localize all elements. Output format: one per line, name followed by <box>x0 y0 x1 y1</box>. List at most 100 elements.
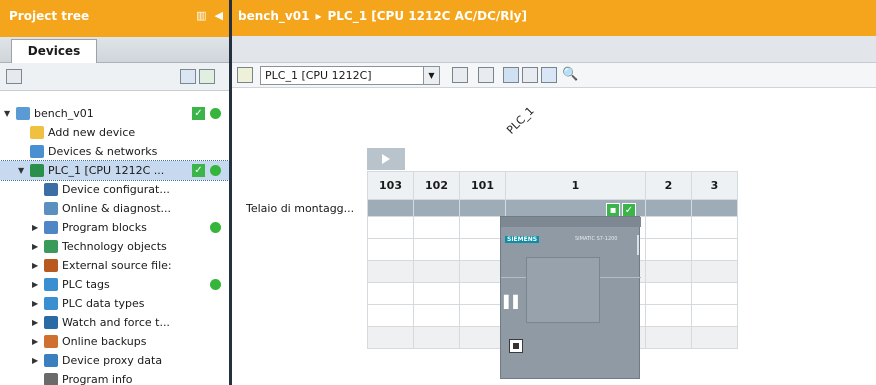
slot-number: 102 <box>413 171 460 200</box>
tree-item-icon <box>30 126 44 139</box>
slot-number: 103 <box>367 171 414 200</box>
expand-down-icon[interactable]: ▼ <box>18 161 24 180</box>
tree-item-icon <box>30 164 44 177</box>
expand-right-icon[interactable]: ▶ <box>32 313 38 332</box>
editor-header: bench_v01 ▸ PLC_1 [CPU 1212C AC/DC/Rly] <box>232 0 876 36</box>
draw-icon[interactable] <box>503 67 519 83</box>
tree-item-label: External source file: <box>62 259 172 272</box>
overview-icon[interactable] <box>180 69 196 84</box>
expand-right-icon[interactable]: ▶ <box>32 294 38 313</box>
cpu-front-panel <box>526 257 600 323</box>
tree-item-label: Program blocks <box>62 221 147 234</box>
tree-item-icon <box>44 183 58 196</box>
breadcrumb-device[interactable]: PLC_1 [CPU 1212C AC/DC/Rly] <box>327 9 526 23</box>
tree-item[interactable]: Devices & networks <box>0 142 229 161</box>
device-selector[interactable]: PLC_1 [CPU 1212C] ▼ <box>260 66 440 85</box>
expand-right-icon[interactable]: ▶ <box>32 351 38 370</box>
show-names-icon[interactable] <box>478 67 494 83</box>
tree-item[interactable]: ▶ Watch and force t... <box>0 313 229 332</box>
online-status-icon <box>210 279 221 290</box>
tree-item[interactable]: ▶ PLC data types <box>0 294 229 313</box>
tree-item-icon <box>44 221 58 234</box>
project-tree-panel: Project tree ▥ ◀ Devices ▼ bench_v01 ✓ Add … <box>0 0 230 385</box>
tree-item-icon <box>44 297 58 310</box>
device-editor: bench_v01 ▸ PLC_1 [CPU 1212C AC/DC/Rly] … <box>232 0 876 385</box>
chevron-down-icon[interactable]: ▼ <box>423 67 439 84</box>
tree-item[interactable]: Add new device <box>0 123 229 142</box>
tree-item[interactable]: ▶ Device proxy data <box>0 351 229 370</box>
tree-item[interactable]: Online & diagnost... <box>0 199 229 218</box>
collapse-panel-icon[interactable]: ◀ <box>215 9 223 22</box>
editor-tab-strip <box>232 36 876 63</box>
zoom-icon[interactable]: 🔍 <box>562 67 578 82</box>
tia-portal-window: Project tree ▥ ◀ Devices ▼ bench_v01 ✓ Add … <box>0 0 876 385</box>
slot-header-row: 103 102 101 1 2 3 <box>367 171 738 200</box>
tree-item-icon <box>44 335 58 348</box>
tree-item-label: Device proxy data <box>62 354 163 367</box>
tree-item-label: Online & diagnost... <box>62 202 172 215</box>
tree-item-icon <box>30 145 44 158</box>
rack-rail[interactable] <box>367 199 738 217</box>
cpu-model-label: SIMATIC S7-1200 <box>575 236 618 242</box>
slot-number: 2 <box>645 171 692 200</box>
breadcrumb-project[interactable]: bench_v01 <box>238 9 309 23</box>
tree-item[interactable]: Program info <box>0 370 229 385</box>
tree-item-label: Online backups <box>62 335 147 348</box>
tree-item[interactable]: ▼ PLC_1 [CPU 1212C ... ✓ <box>0 160 230 181</box>
expand-right-icon[interactable]: ▶ <box>32 256 38 275</box>
tree-item-label: Technology objects <box>62 240 167 253</box>
tree-item[interactable]: ▶ PLC tags <box>0 275 229 294</box>
expand-arrow-icon <box>382 154 390 164</box>
tree-item-label: PLC data types <box>62 297 145 310</box>
tree-item-label: Device configurat... <box>62 183 170 196</box>
expand-right-icon[interactable]: ▶ <box>32 237 38 256</box>
io-led-icon: ▌▌ <box>504 295 523 309</box>
expand-right-icon[interactable]: ▶ <box>32 275 38 294</box>
add-to-icon[interactable] <box>199 69 215 84</box>
device-properties-icon[interactable] <box>237 67 253 83</box>
cpu-indicator-bar <box>637 235 639 255</box>
project-tree-title: Project tree <box>9 9 90 23</box>
slot-number: 1 <box>505 171 646 200</box>
rack-label: Telaio di montagg... <box>246 202 355 215</box>
status-check-icon: ✓ <box>192 164 205 177</box>
tree-item-label: Add new device <box>48 126 136 139</box>
page-break-icon[interactable] <box>541 67 557 83</box>
tree-item[interactable]: ▶ External source file: <box>0 256 229 275</box>
tree-item[interactable]: ▶ Online backups <box>0 332 229 351</box>
tree-item[interactable]: ▶ Technology objects <box>0 237 229 256</box>
tab-devices[interactable]: Devices <box>11 39 97 64</box>
project-tree-header: Project tree ▥ ◀ <box>0 0 229 37</box>
expand-down-icon[interactable]: ▼ <box>4 104 10 123</box>
tree-item-label: Devices & networks <box>48 145 158 158</box>
online-status-icon <box>210 222 221 233</box>
tree-item-label: Program info <box>62 373 133 385</box>
tree-item[interactable]: ▶ Program blocks <box>0 218 229 237</box>
status-check-icon: ✓ <box>192 107 205 120</box>
network-view-icon[interactable] <box>6 69 22 84</box>
module-ok-icon: ▪ <box>606 203 620 217</box>
editor-toolbar: PLC_1 [CPU 1212C] ▼ 🔍 <box>232 63 876 88</box>
cpu-module[interactable]: SIEMENS SIMATIC S7-1200 ▌▌ <box>500 216 641 379</box>
tree-item-label: bench_v01 <box>34 107 94 120</box>
expand-rack-button[interactable] <box>367 148 405 170</box>
tree-item-icon <box>44 316 58 329</box>
slot-number: 101 <box>459 171 506 200</box>
tree-item[interactable]: Device configurat... <box>0 180 229 199</box>
online-status-icon <box>210 108 221 119</box>
slot-status-icons: ▪ ✓ <box>606 203 636 217</box>
tree-item-icon <box>44 259 58 272</box>
ethernet-port-icon <box>509 339 523 353</box>
online-status-icon <box>210 165 221 176</box>
tree-item-icon <box>44 278 58 291</box>
tree-item-label: Watch and force t... <box>62 316 170 329</box>
grid-icon[interactable] <box>522 67 538 83</box>
expand-right-icon[interactable]: ▶ <box>32 218 38 237</box>
expand-right-icon[interactable]: ▶ <box>32 332 38 351</box>
device-view-canvas: PLC_1 103 102 101 1 2 3 Telaio di montag… <box>232 88 876 385</box>
project-tree: ▼ bench_v01 ✓ Add new device Devices & netwo… <box>0 104 230 385</box>
tree-item[interactable]: ▼ bench_v01 ✓ <box>0 104 229 123</box>
check-icon: ✓ <box>622 203 636 217</box>
module-view-icon[interactable] <box>452 67 468 83</box>
dock-icon[interactable]: ▥ <box>196 9 206 22</box>
